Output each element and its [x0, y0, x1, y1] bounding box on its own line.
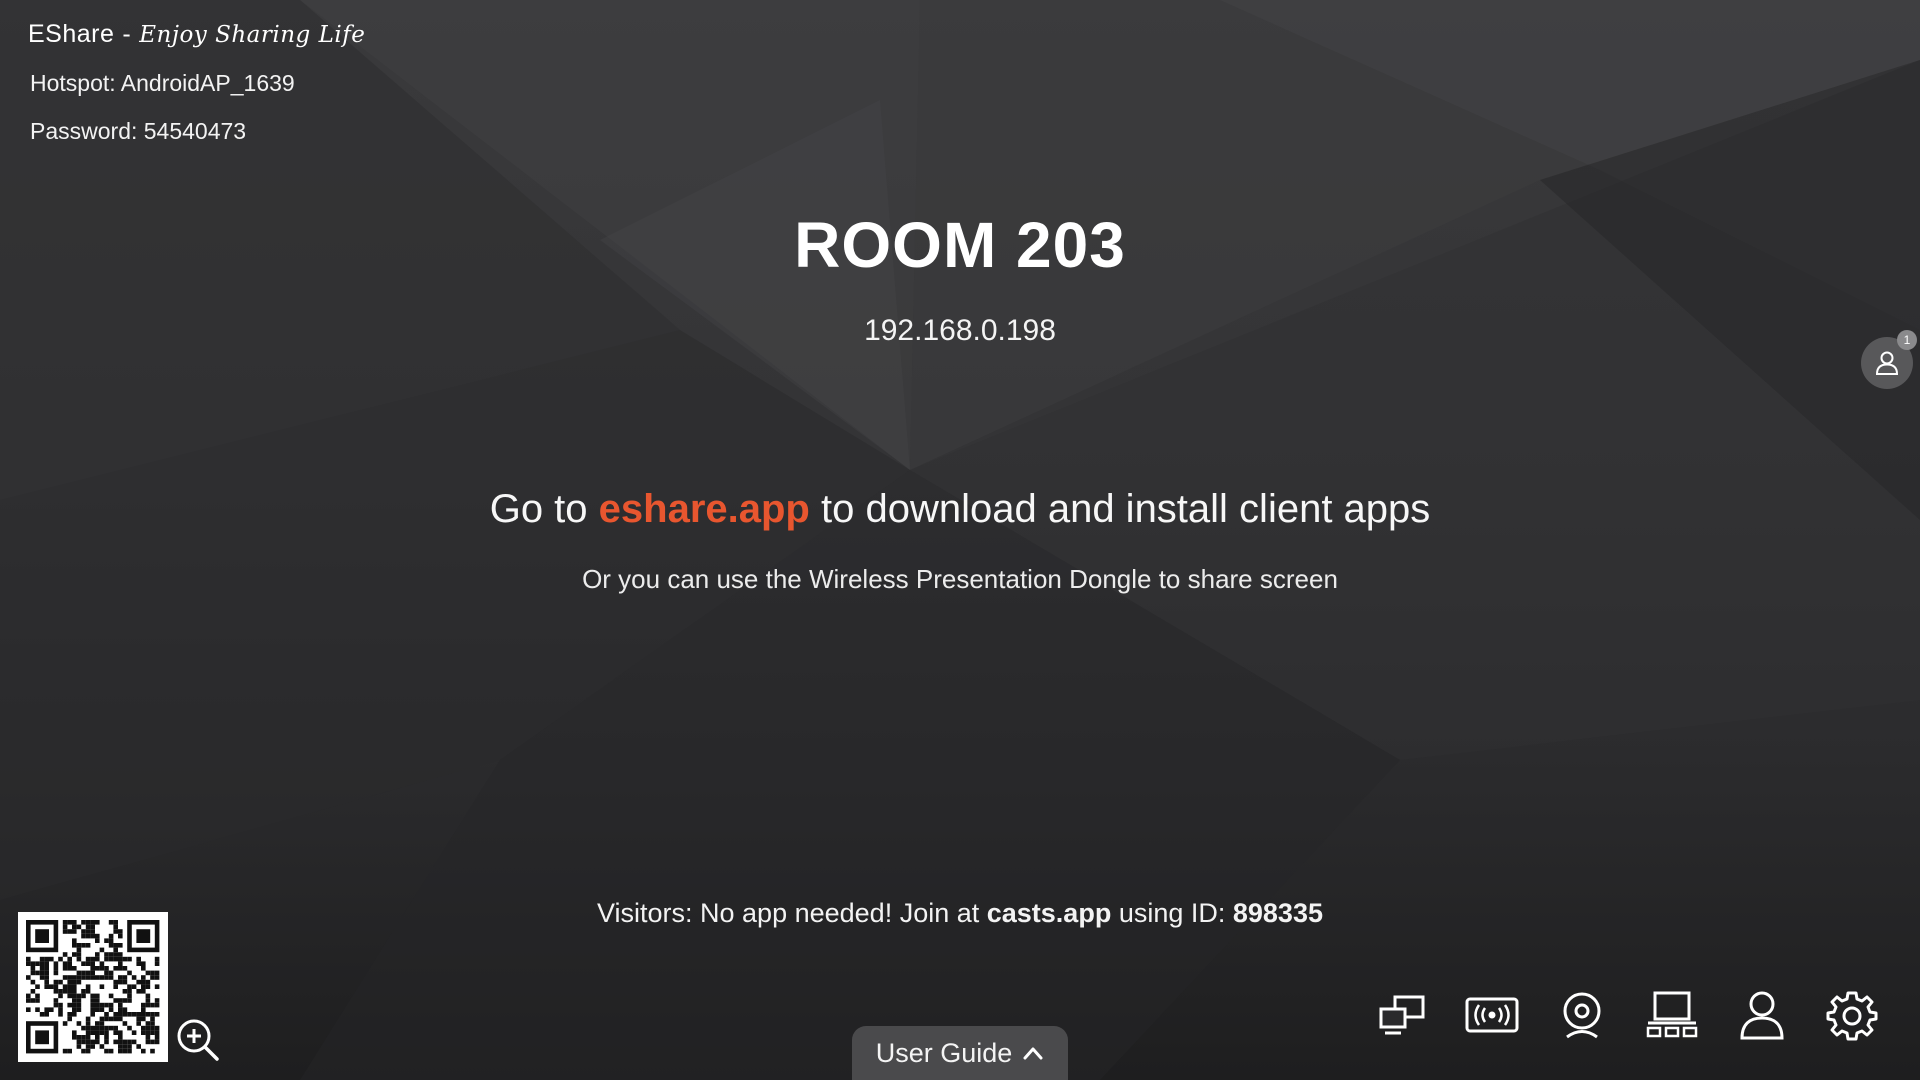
- visitors-id: 898335: [1232, 898, 1323, 928]
- visitors-middle: using ID:: [1111, 898, 1233, 928]
- user-guide-label: User Guide: [875, 1037, 1013, 1068]
- user-icon: [1740, 991, 1784, 1040]
- download-instructions: Go to eshare.app to download and install…: [0, 487, 1920, 532]
- brand-tagline: Enjoy Sharing Life: [139, 22, 366, 48]
- chevron-up-icon: [1023, 1047, 1043, 1060]
- dongle-instructions: Or you can use the Wireless Presentation…: [582, 564, 1338, 594]
- visitors-prefix: Visitors: No app needed! Join at: [597, 898, 987, 928]
- camera-button[interactable]: [1552, 985, 1612, 1045]
- settings-button[interactable]: [1822, 985, 1882, 1045]
- broadcast-button[interactable]: [1462, 985, 1522, 1045]
- qr-code-icon: [26, 920, 160, 1054]
- connected-users-badge: 1: [1897, 330, 1917, 350]
- visitors-instructions: Visitors: No app needed! Join at casts.a…: [0, 898, 1920, 929]
- multi-screen-icon: [1379, 995, 1425, 1035]
- user-guide-button[interactable]: User Guide: [852, 1026, 1068, 1080]
- user-account-button[interactable]: [1732, 985, 1792, 1045]
- camera-icon: [1563, 992, 1601, 1039]
- qr-code[interactable]: [18, 912, 168, 1062]
- visitors-site: casts.app: [986, 898, 1112, 928]
- broadcast-icon: [1465, 997, 1519, 1033]
- screen-group-icon: [1646, 991, 1698, 1038]
- brand-title: EShare - Enjoy Sharing Life: [28, 20, 365, 49]
- user-icon: [1875, 351, 1899, 375]
- multi-screen-button[interactable]: [1372, 985, 1432, 1045]
- ip-address: 192.168.0.198: [864, 314, 1056, 347]
- bottom-toolbar: [1372, 985, 1892, 1045]
- settings-icon: [1826, 991, 1878, 1041]
- qr-zoom-button[interactable]: [174, 1016, 222, 1064]
- eshare-home-screen: EShare - Enjoy Sharing Life Hotspot: Andro…: [0, 0, 1920, 1080]
- brand-separator: -: [122, 20, 132, 48]
- screen-group-button[interactable]: [1642, 985, 1702, 1045]
- password-info: Password: 54540473: [30, 118, 247, 144]
- hotspot-info: Hotspot: AndroidAP_1639: [30, 70, 295, 96]
- download-prefix: Go to: [489, 487, 599, 531]
- brand-name: EShare: [28, 20, 115, 48]
- room-name: ROOM 203: [794, 209, 1126, 281]
- download-link[interactable]: eshare.app: [599, 487, 810, 531]
- zoom-in-icon: [177, 1019, 219, 1061]
- download-suffix: to download and install client apps: [809, 487, 1431, 531]
